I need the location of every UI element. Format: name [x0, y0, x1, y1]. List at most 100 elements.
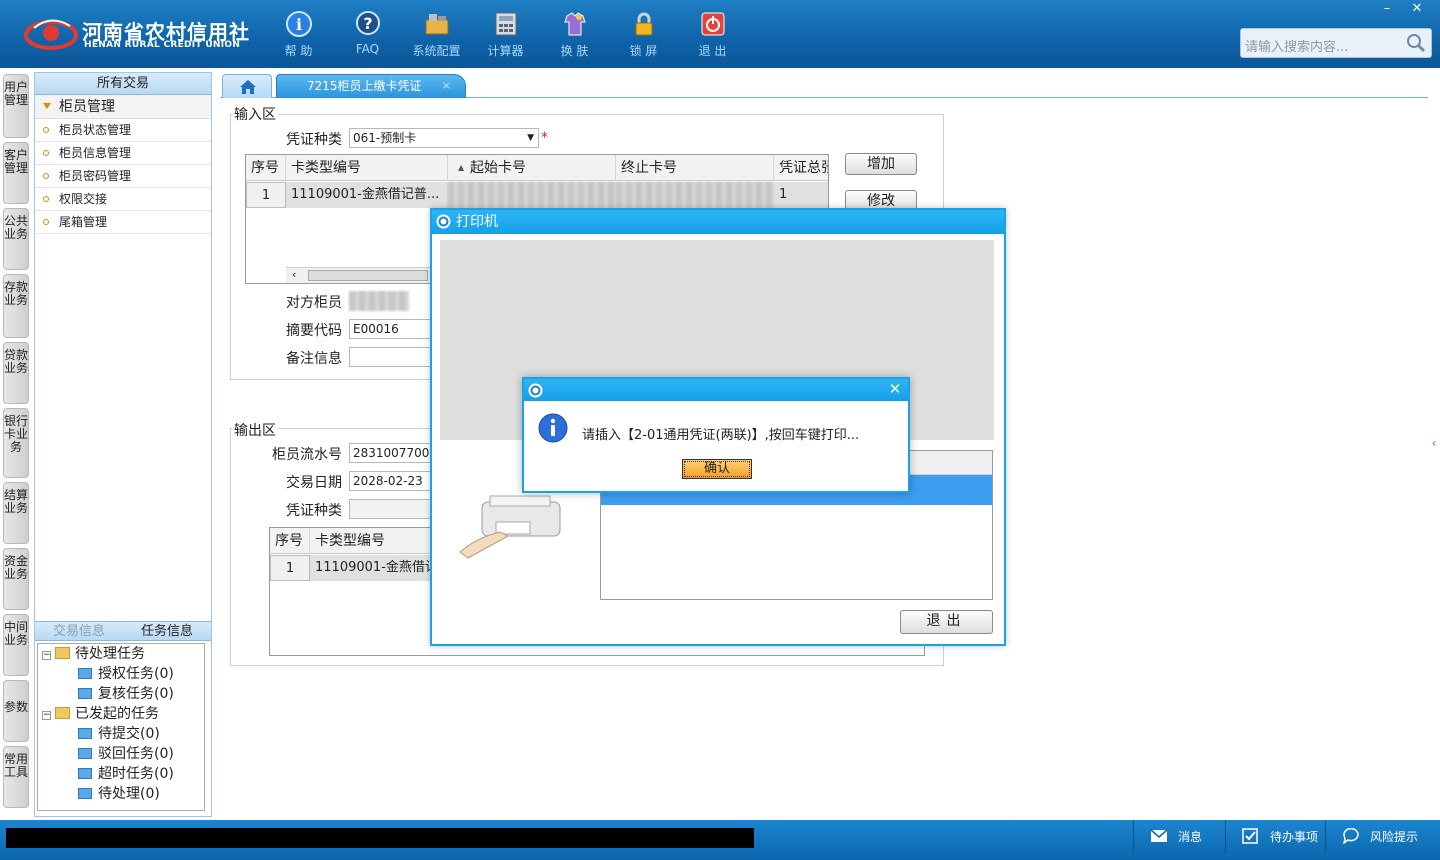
tree-node-review[interactable]: 复核任务(0): [78, 684, 174, 704]
help-button[interactable]: i 帮 助: [264, 8, 333, 60]
teller-management-group[interactable]: 柜员管理: [35, 95, 211, 119]
vnav-fund-business[interactable]: 资金业务: [3, 548, 29, 610]
bullet-icon: [43, 219, 49, 225]
tab-home[interactable]: [222, 74, 272, 98]
vnav-deposit-business[interactable]: 存款业务: [3, 274, 29, 338]
tab-transaction-info[interactable]: 交易信息: [35, 622, 123, 640]
dialog-titlebar[interactable]: ✕: [524, 379, 908, 401]
dropdown-arrow-icon[interactable]: ▼: [527, 129, 534, 147]
faq-icon: ?: [355, 11, 380, 35]
top-header: 河南省农村信用社 HENAN RURAL CREDIT UNION i 帮 助 …: [0, 0, 1440, 68]
group-label: 柜员管理: [59, 99, 115, 115]
info-tabs: 交易信息 任务信息: [35, 621, 211, 641]
vnav-intermediary-business[interactable]: 中间业务: [3, 614, 29, 676]
add-button[interactable]: 增加: [845, 153, 917, 175]
tab-teller-card-voucher[interactable]: 7215柜员上缴卡凭证 ×: [276, 74, 466, 98]
tree-label: 授权任务(0): [98, 666, 174, 682]
task-icon: [78, 788, 92, 799]
output-voucher-type-label: 凭证种类: [286, 503, 342, 519]
settings-label: 系统配置: [412, 44, 461, 58]
printer-window-titlebar[interactable]: 打印机: [432, 210, 1004, 234]
vnav-user-management[interactable]: 用户管理: [3, 74, 29, 138]
printer-exit-button[interactable]: 退出: [900, 610, 993, 634]
menu-item-teller-password[interactable]: 柜员密码管理: [35, 165, 211, 188]
bullet-icon: [43, 196, 49, 202]
tree-node-timeout[interactable]: 超时任务(0): [78, 764, 174, 784]
todo-label: 待办事项: [1270, 830, 1319, 844]
tree-label: 超时任务(0): [98, 766, 174, 782]
transactions-panel: 所有交易 柜员管理 柜员状态管理 柜员信息管理 柜员密码管理 权限交接 尾箱管理…: [34, 72, 212, 817]
tab-close-icon[interactable]: ×: [442, 75, 451, 97]
collapse-icon[interactable]: −: [42, 651, 51, 660]
cell-end-no: [616, 182, 774, 208]
menu-item-teller-status[interactable]: 柜员状态管理: [35, 119, 211, 142]
col-header-no[interactable]: 序号: [246, 155, 286, 181]
calculator-icon: [495, 12, 516, 36]
task-tree: − 待处理任务 授权任务(0) 复核任务(0) − 已发起的任务 待提交(0) 驳回…: [37, 643, 205, 811]
vnav-common-tools[interactable]: 常用工具: [3, 746, 29, 808]
svg-text:i: i: [295, 15, 301, 34]
menu-item-permission-handover[interactable]: 权限交接: [35, 188, 211, 211]
scrollbar-thumb[interactable]: [308, 270, 428, 281]
vnav-public-business[interactable]: 公共业务: [3, 208, 29, 270]
col-header-end-no[interactable]: 终止卡号: [616, 155, 774, 181]
search-icon[interactable]: [1405, 32, 1427, 54]
mail-icon: [1150, 829, 1168, 842]
scroll-left-icon[interactable]: ‹: [292, 268, 296, 281]
remark-field[interactable]: [349, 347, 431, 367]
home-icon: [240, 80, 256, 94]
todo-button[interactable]: 待办事项: [1225, 820, 1325, 854]
table-row[interactable]: 1 11109001-金燕借记普... 1: [246, 182, 828, 208]
minimize-button[interactable]: –: [1372, 0, 1402, 18]
search-input[interactable]: 请输入搜索内容...: [1240, 28, 1432, 58]
risk-alert-button[interactable]: 风险提示: [1325, 820, 1435, 854]
exit-label: 退 出: [698, 44, 727, 58]
col-header-total[interactable]: 凭证总张: [774, 155, 828, 181]
tree-label: 已发起的任务: [75, 706, 159, 722]
app-icon: [436, 214, 451, 229]
tree-node-auth[interactable]: 授权任务(0): [78, 664, 174, 684]
vnav-customer-management[interactable]: 客户管理: [3, 142, 29, 204]
vnav-bank-card-business[interactable]: 银行卡业务: [3, 408, 29, 478]
output-voucher-type-field[interactable]: [349, 499, 431, 519]
lock-button[interactable]: 锁 屏: [609, 8, 678, 60]
sort-ascending-icon: ▲: [458, 163, 465, 172]
vnav-settlement-business[interactable]: 结算业务: [3, 482, 29, 544]
tree-node-initiated[interactable]: − 已发起的任务: [42, 704, 159, 724]
bullet-icon: [43, 127, 49, 133]
window-close-button[interactable]: ✕: [1402, 0, 1432, 18]
summary-code-field[interactable]: E00016: [349, 319, 431, 339]
messages-button[interactable]: 消息: [1133, 820, 1225, 854]
tree-node-to-process[interactable]: 待处理(0): [78, 784, 160, 804]
collapse-icon[interactable]: −: [42, 711, 51, 720]
counterpart-teller-field[interactable]: [349, 291, 409, 311]
confirm-button[interactable]: 确认: [682, 459, 752, 479]
dialog-close-icon[interactable]: ✕: [886, 380, 904, 398]
tab-task-info[interactable]: 任务信息: [123, 622, 211, 640]
calculator-button[interactable]: 计算器: [471, 8, 540, 60]
faq-label: FAQ: [355, 42, 380, 56]
side-collapse-icon[interactable]: ‹: [1428, 420, 1440, 466]
col-header-no[interactable]: 序号: [270, 528, 310, 554]
col-header-card-type[interactable]: 卡类型编号: [286, 155, 448, 181]
menu-item-teller-info[interactable]: 柜员信息管理: [35, 142, 211, 165]
skin-icon: [563, 12, 586, 36]
counterpart-teller-label: 对方柜员: [286, 295, 342, 311]
trade-date-field[interactable]: 2028-02-23: [349, 471, 431, 491]
tree-node-to-submit[interactable]: 待提交(0): [78, 724, 160, 744]
faq-button[interactable]: ? FAQ: [333, 8, 402, 60]
voucher-type-value: 061-预制卡: [353, 131, 417, 145]
tree-node-rejected[interactable]: 驳回任务(0): [78, 744, 174, 764]
vnav-parameters[interactable]: 参数: [3, 680, 29, 742]
vnav-loan-business[interactable]: 贷款业务: [3, 342, 29, 404]
settings-button[interactable]: 系统配置: [402, 8, 471, 60]
tree-node-pending[interactable]: − 待处理任务: [42, 644, 145, 664]
skin-button[interactable]: 换 肤: [540, 8, 609, 60]
voucher-type-select[interactable]: 061-预制卡 ▼: [349, 128, 539, 148]
serial-no-field[interactable]: 283100770000: [349, 443, 431, 463]
col-header-start-no[interactable]: 起始卡号: [448, 155, 616, 181]
menu-item-tail-box[interactable]: 尾箱管理: [35, 211, 211, 234]
exit-button[interactable]: 退 出: [678, 8, 747, 60]
status-bar: 消息 待办事项 风险提示: [0, 820, 1440, 860]
checkbox-icon: [1242, 828, 1258, 844]
